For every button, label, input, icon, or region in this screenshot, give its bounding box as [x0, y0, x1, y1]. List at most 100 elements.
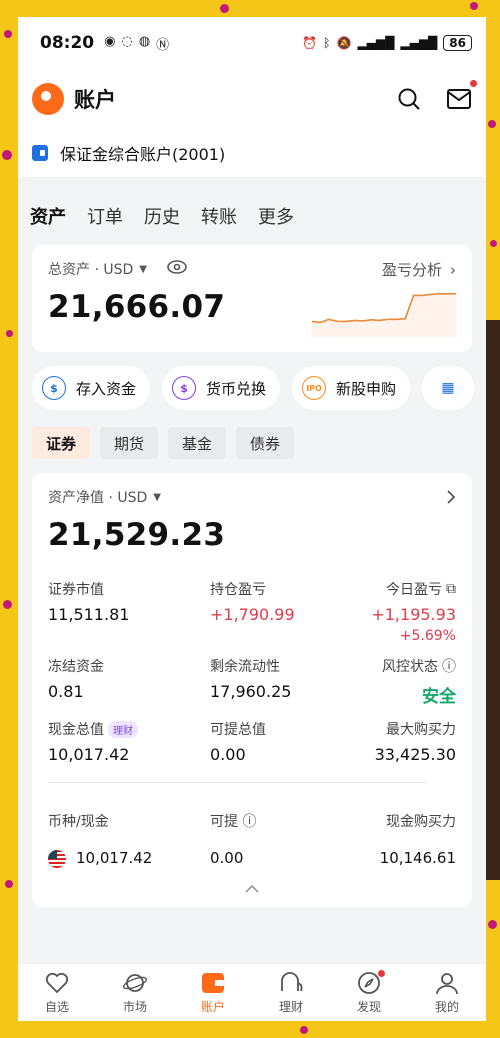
- info-icon[interactable]: ⓘ: [242, 814, 256, 830]
- deposit-button[interactable]: $ 存入资金: [32, 366, 151, 410]
- nav-market[interactable]: 市场: [105, 970, 165, 1015]
- app-icon: ◍: [138, 33, 151, 49]
- nav-me[interactable]: 我的: [417, 970, 477, 1015]
- status-time: 08:20: [40, 33, 95, 53]
- cash-total-label: 现金总值: [48, 722, 104, 738]
- wallet-icon: [32, 145, 48, 161]
- market-value-label: 证券市值: [48, 582, 104, 598]
- subtab-bonds[interactable]: 债券: [236, 427, 295, 459]
- exchange-icon: $: [172, 376, 197, 400]
- phone-screen: 08:20 ◉ ◌ ◍ Ⓝ ⏰ ᛒ 🔕 ▂▄▆█ ▂▄▆█ 86 账户 保证金综…: [18, 17, 486, 1021]
- subtab-securities[interactable]: 证券: [32, 427, 91, 459]
- withdraw-col-header: 可提 ⓘ: [210, 814, 257, 830]
- tab-history[interactable]: 历史: [144, 203, 180, 229]
- mail-icon[interactable]: [446, 80, 477, 112]
- exchange-button[interactable]: $ 货币兑换: [162, 366, 281, 410]
- account-selector[interactable]: 保证金综合账户(2001): [18, 129, 486, 177]
- eye-icon[interactable]: [167, 260, 187, 278]
- chevron-up-icon[interactable]: [48, 878, 456, 897]
- planet-icon: [122, 970, 148, 996]
- deposit-icon: $: [42, 376, 66, 400]
- max-buying-power-value: 33,425.30: [374, 745, 456, 764]
- info-icon[interactable]: ⓘ: [442, 656, 456, 676]
- sparkline-area: [312, 293, 456, 337]
- signal-icon-2: ▂▄▆█: [400, 36, 438, 50]
- main-tabs: 资产 订单 历史 转账 更多: [18, 187, 486, 245]
- caret-down-icon[interactable]: ▼: [139, 264, 147, 275]
- withdrawable-value: 0.00: [210, 745, 246, 764]
- system-icons: ⏰ ᛒ 🔕 ▂▄▆█ ▂▄▆█ 86: [302, 35, 472, 51]
- nav-label: 自选: [44, 1000, 69, 1014]
- app-header: 账户: [18, 69, 486, 129]
- withdrawable-label: 可提总值: [210, 722, 266, 738]
- total-assets-label: 总资产 · USD: [48, 262, 134, 278]
- app-logo-icon: [32, 83, 64, 115]
- liquidity-label: 剩余流动性: [210, 659, 280, 675]
- mail-unread-dot: [470, 80, 477, 87]
- nav-discover[interactable]: 发现: [339, 970, 399, 1015]
- us-flag-icon: [48, 849, 66, 868]
- total-assets-card: 总资产 · USD ▼ 21,666.07 盈亏分析 ›: [32, 245, 472, 352]
- chat-icon: ◌: [121, 33, 133, 49]
- account-label: 保证金综合账户(2001): [60, 145, 226, 164]
- today-pl-label: 今日盈亏: [386, 582, 442, 598]
- wealth-badge[interactable]: 理财: [108, 720, 138, 738]
- share-icon[interactable]: ⧉: [446, 581, 456, 597]
- net-assets-label: 资产净值 · USD: [48, 490, 148, 506]
- risk-status-value: 安全: [422, 687, 456, 707]
- nav-label: 发现: [356, 1000, 381, 1014]
- today-pl-percent: +5.69%: [399, 628, 456, 644]
- nav-label: 我的: [434, 1000, 459, 1014]
- nav-wealth[interactable]: 理财: [261, 970, 321, 1015]
- risk-status-label: 风控状态: [382, 659, 438, 675]
- signal-icon: ▂▄▆█: [357, 36, 395, 50]
- tab-transfer[interactable]: 转账: [201, 203, 237, 229]
- cash-total-value: 10,017.42: [48, 745, 130, 764]
- position-pl-label: 持仓盈亏: [210, 582, 266, 598]
- subtab-futures[interactable]: 期货: [100, 427, 159, 459]
- nfc-icon: Ⓝ: [156, 37, 170, 53]
- tab-assets[interactable]: 资产: [30, 203, 68, 233]
- chevron-right-icon[interactable]: [446, 489, 456, 509]
- subtab-funds[interactable]: 基金: [168, 427, 227, 459]
- max-buying-power-label: 最大购买力: [386, 722, 456, 738]
- alarm-icon: ⏰: [302, 36, 318, 50]
- currency-row: 10,017.42 0.00 10,146.61: [48, 849, 456, 868]
- search-icon[interactable]: [396, 86, 422, 112]
- tab-orders[interactable]: 订单: [87, 203, 123, 229]
- asset-type-tabs: 证券 期货 基金 债券: [18, 410, 486, 459]
- quick-actions: $ 存入资金 $ 货币兑换 IPO 新股申购 ▦: [18, 352, 486, 410]
- metrics-grid: 证券市值 11,511.81 持仓盈亏 +1,790.99 今日盈亏 ⧉ +1,1…: [48, 579, 456, 764]
- more-actions-button[interactable]: ▦: [422, 366, 475, 410]
- currency-withdraw: 0.00: [210, 849, 244, 868]
- buying-power-col-header: 现金购买力: [386, 814, 456, 830]
- ipo-button[interactable]: IPO 新股申购: [292, 366, 411, 410]
- heart-icon: [44, 970, 70, 996]
- mute-icon: 🔕: [336, 36, 352, 50]
- divider: [48, 782, 426, 783]
- chevron-right-icon: ›: [450, 260, 456, 279]
- user-icon: [434, 970, 460, 996]
- net-assets-value: 21,529.23: [48, 517, 226, 553]
- status-bar: 08:20 ◉ ◌ ◍ Ⓝ ⏰ ᛒ 🔕 ▂▄▆█ ▂▄▆█ 86: [18, 17, 486, 69]
- grid-icon: ▦: [441, 380, 455, 396]
- deposit-label: 存入资金: [76, 379, 137, 398]
- bottom-nav: 自选 市场 账户 理财 发现 我的: [18, 963, 486, 1021]
- nav-account[interactable]: 账户: [183, 970, 243, 1015]
- market-value: 11,511.81: [48, 605, 130, 624]
- nav-watchlist[interactable]: 自选: [27, 970, 87, 1015]
- pl-analysis-link[interactable]: 盈亏分析 ›: [382, 259, 456, 280]
- frozen-funds-label: 冻结资金: [48, 659, 104, 675]
- page-title: 账户: [74, 88, 116, 112]
- nav-label: 账户: [200, 1000, 225, 1014]
- nav-label: 理财: [278, 1000, 303, 1014]
- wallet-icon: [200, 970, 226, 996]
- currency-col-header: 币种/现金: [48, 814, 109, 830]
- ipo-label: 新股申购: [336, 379, 397, 398]
- bluetooth-icon: ᛒ: [323, 36, 331, 50]
- pl-sparkline: [312, 293, 456, 337]
- liquidity-value: 17,960.25: [210, 682, 292, 701]
- discover-unread-dot: [378, 970, 385, 977]
- tab-more[interactable]: 更多: [258, 203, 294, 229]
- caret-down-icon[interactable]: ▼: [153, 492, 161, 503]
